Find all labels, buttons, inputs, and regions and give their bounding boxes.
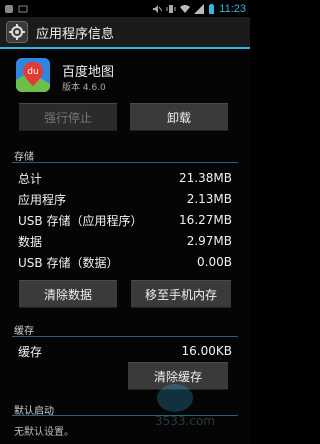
move-to-phone-storage-button[interactable]: 移至手机内存 bbox=[131, 280, 231, 308]
storage-row-total: 总计 21.38MB bbox=[18, 169, 232, 187]
storage-value: 2.97MB bbox=[186, 234, 232, 248]
battery-icon bbox=[209, 3, 215, 14]
storage-section-title: 存储 bbox=[14, 152, 34, 163]
app-version: 版本 4.6.0 bbox=[62, 83, 106, 93]
gear-icon bbox=[9, 24, 25, 40]
clear-data-button[interactable]: 清除数据 bbox=[19, 280, 117, 308]
wifi-icon bbox=[180, 4, 191, 13]
storage-row-data: 数据 2.97MB bbox=[18, 232, 232, 250]
storage-label: 数据 bbox=[18, 234, 43, 249]
settings-app-icon[interactable] bbox=[6, 21, 28, 43]
cache-divider bbox=[12, 336, 238, 337]
action-bar: 应用程序信息 bbox=[0, 17, 250, 49]
storage-row-app: 应用程序 2.13MB bbox=[18, 190, 232, 208]
storage-label: 总计 bbox=[18, 171, 43, 186]
page-title: 应用程序信息 bbox=[36, 26, 115, 42]
uninstall-button[interactable]: 卸载 bbox=[130, 103, 228, 131]
signal-icon bbox=[194, 3, 205, 14]
storage-row-usb-data: USB 存储（数据） 0.00B bbox=[18, 253, 232, 271]
app-info-screen: 11:23 应用程序信息 du 百度地图 版本 4.6.0 强行停止 卸载 存储… bbox=[0, 0, 250, 444]
force-stop-button[interactable]: 强行停止 bbox=[19, 103, 117, 131]
cache-label: 缓存 bbox=[18, 344, 43, 359]
cache-section-title: 缓存 bbox=[14, 326, 34, 337]
baidu-map-app-icon: du bbox=[16, 58, 50, 92]
cache-value: 16.00KB bbox=[181, 344, 232, 358]
storage-label: USB 存储（数据） bbox=[18, 255, 119, 270]
image-icon bbox=[18, 5, 28, 12]
storage-value: 21.38MB bbox=[179, 171, 232, 185]
storage-value: 2.13MB bbox=[186, 192, 232, 206]
app-header: du 百度地图 版本 4.6.0 bbox=[0, 52, 250, 97]
watermark-text: 3533.com bbox=[155, 414, 215, 428]
storage-label: 应用程序 bbox=[18, 192, 67, 207]
status-bar: 11:23 bbox=[0, 0, 250, 17]
notification-icon bbox=[5, 4, 13, 13]
site-watermark: 3533.com bbox=[155, 384, 215, 428]
storage-label: USB 存储（应用程序） bbox=[18, 213, 143, 228]
app-icon-label: du bbox=[27, 67, 38, 77]
storage-row-usb-app: USB 存储（应用程序） 16.27MB bbox=[18, 211, 232, 229]
storage-value: 16.27MB bbox=[179, 213, 232, 227]
vibrate-icon bbox=[166, 4, 176, 13]
storage-divider bbox=[12, 162, 238, 163]
mute-icon bbox=[153, 4, 163, 13]
status-time: 11:23 bbox=[219, 2, 246, 15]
default-launch-text: 无默认设置。 bbox=[14, 427, 74, 438]
cache-row: 缓存 16.00KB bbox=[18, 342, 232, 360]
storage-value: 0.00B bbox=[197, 255, 232, 269]
app-name: 百度地图 bbox=[62, 65, 115, 80]
